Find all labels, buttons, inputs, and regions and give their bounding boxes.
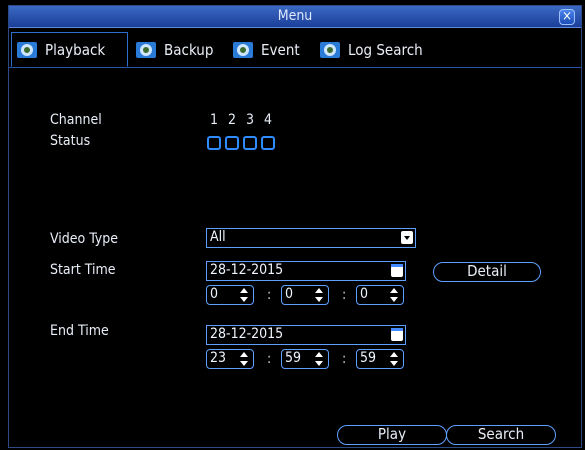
- video-type-label: Video Type: [50, 231, 118, 247]
- event-icon: [232, 39, 254, 61]
- tab-bar: Playback Backup Event Log Search: [9, 28, 581, 68]
- tab-log-search[interactable]: Log Search: [315, 32, 423, 67]
- end-minute-stepper[interactable]: 59: [281, 349, 329, 369]
- end-time-label: End Time: [50, 323, 109, 339]
- tab-label: Backup: [164, 40, 214, 59]
- tab-label: Playback: [45, 40, 106, 59]
- spin-arrows-icon[interactable]: [389, 288, 399, 302]
- calendar-icon[interactable]: [391, 264, 403, 277]
- channel-number-4: 4: [264, 112, 273, 128]
- spin-arrows-icon[interactable]: [314, 288, 324, 302]
- start-minute-value: 0: [285, 286, 294, 302]
- end-hour-stepper[interactable]: 23: [206, 349, 254, 369]
- menu-window: Menu × Playback Backup Event Log Search …: [8, 5, 582, 448]
- time-separator: :: [342, 287, 347, 303]
- play-button[interactable]: Play: [337, 425, 447, 445]
- channel-4-checkbox[interactable]: [261, 136, 275, 150]
- chevron-down-icon[interactable]: [401, 231, 413, 244]
- detail-button[interactable]: Detail: [433, 262, 541, 282]
- start-second-stepper[interactable]: 0: [356, 285, 404, 305]
- log-search-icon: [319, 39, 341, 61]
- start-hour-value: 0: [210, 286, 219, 302]
- window-title: Menu: [277, 8, 313, 24]
- channel-2-checkbox[interactable]: [225, 136, 239, 150]
- channel-number-3: 3: [246, 112, 255, 128]
- time-separator: :: [267, 287, 272, 303]
- end-second-value: 59: [360, 350, 377, 366]
- end-minute-value: 59: [285, 350, 302, 366]
- tab-playback[interactable]: Playback: [11, 32, 128, 67]
- playback-icon: [16, 39, 38, 61]
- close-icon[interactable]: ×: [559, 9, 575, 25]
- video-type-value: All: [210, 229, 226, 245]
- status-label: Status: [50, 133, 91, 149]
- spin-arrows-icon[interactable]: [239, 288, 249, 302]
- search-button[interactable]: Search: [446, 425, 556, 445]
- calendar-icon[interactable]: [391, 328, 403, 341]
- channel-status-checkboxes: [207, 136, 275, 150]
- time-separator: :: [267, 351, 272, 367]
- tab-label: Log Search: [348, 40, 423, 59]
- start-time-label: Start Time: [50, 262, 116, 278]
- start-date-value: 28-12-2015: [210, 262, 284, 278]
- start-minute-stepper[interactable]: 0: [281, 285, 329, 305]
- start-second-value: 0: [360, 286, 369, 302]
- video-type-select[interactable]: All: [206, 228, 416, 248]
- spin-arrows-icon[interactable]: [389, 352, 399, 366]
- channel-number-1: 1: [210, 112, 219, 128]
- title-bar: Menu ×: [9, 6, 581, 28]
- backup-icon: [135, 39, 157, 61]
- channel-3-checkbox[interactable]: [243, 136, 257, 150]
- tab-label: Event: [261, 40, 300, 59]
- end-hour-value: 23: [210, 350, 227, 366]
- tab-event[interactable]: Event: [228, 32, 300, 67]
- spin-arrows-icon[interactable]: [239, 352, 249, 366]
- end-date-value: 28-12-2015: [210, 326, 284, 342]
- channel-number-2: 2: [228, 112, 237, 128]
- time-separator: :: [342, 351, 347, 367]
- end-second-stepper[interactable]: 59: [356, 349, 404, 369]
- tab-backup[interactable]: Backup: [131, 32, 213, 67]
- start-hour-stepper[interactable]: 0: [206, 285, 254, 305]
- end-date-field[interactable]: 28-12-2015: [206, 325, 406, 345]
- channel-1-checkbox[interactable]: [207, 136, 221, 150]
- start-date-field[interactable]: 28-12-2015: [206, 261, 406, 281]
- channel-label: Channel: [50, 112, 102, 128]
- spin-arrows-icon[interactable]: [314, 352, 324, 366]
